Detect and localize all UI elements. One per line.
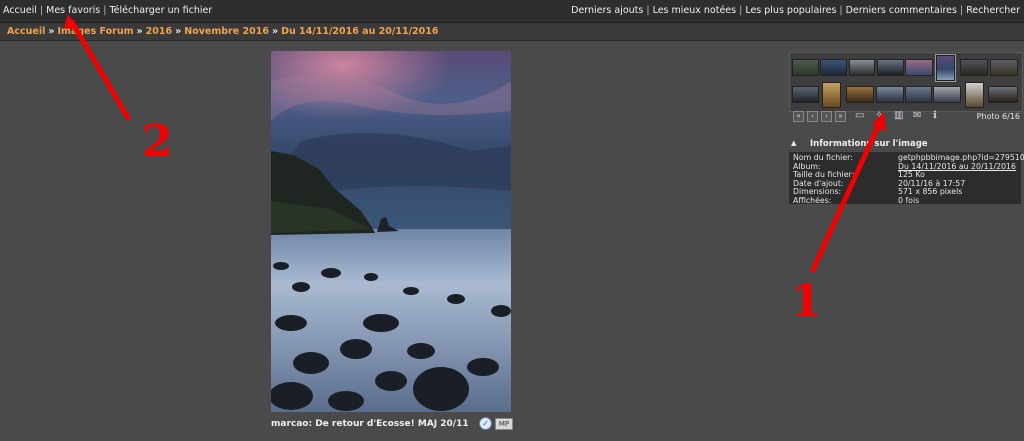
info-row-views: Affichées: 0 fois (789, 196, 1021, 205)
thumbnail[interactable] (960, 59, 988, 76)
filmstrip (789, 52, 1023, 112)
nav-favorites-link[interactable]: Mes favoris (46, 5, 100, 16)
thumbnail[interactable] (933, 86, 961, 103)
nav-separator: | (739, 5, 743, 16)
nav-home-link[interactable]: Accueil (3, 5, 37, 16)
nav-latest-link[interactable]: Derniers ajouts (571, 5, 643, 16)
photo-caption: marcao: De retour d'Ecosse! MAJ 20/11 (271, 419, 469, 429)
breadcrumb-year[interactable]: 2016 (146, 26, 172, 37)
breadcrumb-images-forum[interactable]: Images Forum (57, 26, 133, 37)
top-nav-right: Derniers ajouts | Les mieux notées | Les plu… (571, 5, 1020, 16)
nav-separator: | (959, 5, 964, 16)
thumbnail[interactable] (905, 86, 932, 103)
slideshow-icon[interactable]: ▭ (855, 111, 864, 121)
thumbnail[interactable] (846, 86, 874, 103)
thumbnail[interactable] (990, 59, 1018, 76)
breadcrumb-separator: » (271, 26, 279, 37)
nav-separator: | (39, 5, 44, 16)
thumbnail[interactable] (965, 82, 984, 108)
breadcrumb-home[interactable]: Accueil (7, 26, 45, 37)
thumbnail[interactable] (876, 86, 904, 103)
photo-count: Photo 6/16 (976, 112, 1020, 121)
nav-comments-link[interactable]: Derniers commentaires (846, 5, 957, 16)
last-photo-button[interactable]: » (835, 111, 846, 122)
breadcrumb: Accueil» Images Forum» 2016» Novembre 2016»… (7, 26, 438, 37)
favorite-icon[interactable]: ▥ (894, 111, 903, 121)
image-info-header[interactable]: ▲ Informations sur l'image (789, 138, 1021, 151)
filmstrip-toolbar: « ‹ › » ▭ ✧ ▥ ✉ ℹ Photo 6/16 (789, 111, 1021, 123)
next-photo-button[interactable]: › (821, 111, 832, 122)
top-nav-bar: Accueil | Mes favoris | Télécharger un fichi… (0, 0, 1024, 23)
nav-toprated-link[interactable]: Les mieux notées (653, 5, 737, 16)
private-message-badge[interactable]: MP (495, 418, 513, 430)
thumbnail[interactable] (820, 59, 847, 76)
thumbnail[interactable] (988, 86, 1018, 103)
thumbnail[interactable] (877, 59, 904, 76)
thumbnail[interactable] (822, 82, 841, 108)
previous-photo-button[interactable]: ‹ (807, 111, 818, 122)
annotation-number-one: 1 (791, 276, 822, 327)
thumbnail-selected[interactable] (935, 54, 956, 82)
info-value: 0 fois (898, 195, 920, 205)
breadcrumb-bar: Accueil» Images Forum» 2016» Novembre 2016»… (0, 23, 1024, 41)
breadcrumb-separator: » (48, 26, 55, 37)
seascape-image (271, 51, 511, 412)
thumbnail[interactable] (905, 59, 933, 76)
info-icon[interactable]: ℹ (933, 111, 937, 121)
rating-icon[interactable]: ✓ (479, 417, 492, 430)
email-icon[interactable]: ✉ (913, 111, 921, 121)
collapse-triangle-icon[interactable]: ▲ (791, 139, 796, 147)
image-info-title: Informations sur l'image (810, 139, 928, 149)
thumbnail[interactable] (792, 86, 819, 103)
ecard-icon[interactable]: ✧ (875, 111, 883, 121)
main-photo[interactable] (271, 51, 511, 412)
nav-search-link[interactable]: Rechercher (966, 5, 1020, 16)
thumbnail[interactable] (792, 59, 819, 76)
thumbnail[interactable] (849, 59, 875, 76)
annotation-number-two: 2 (142, 116, 173, 167)
nav-separator: | (839, 5, 843, 16)
nav-separator: | (646, 5, 650, 16)
top-nav-left: Accueil | Mes favoris | Télécharger un fichi… (3, 5, 212, 16)
breadcrumb-month[interactable]: Novembre 2016 (184, 26, 269, 37)
info-key: Affichées: (793, 195, 832, 205)
breadcrumb-week[interactable]: Du 14/11/2016 au 20/11/2016 (281, 26, 438, 37)
nav-upload-link[interactable]: Télécharger un fichier (109, 5, 212, 16)
image-info-table: Nom du fichier: getphpbbimage.php?id=279… (789, 152, 1024, 205)
breadcrumb-separator: » (136, 26, 143, 37)
breadcrumb-separator: » (175, 26, 182, 37)
first-photo-button[interactable]: « (793, 111, 804, 122)
nav-popular-link[interactable]: Les plus populaires (745, 5, 836, 16)
